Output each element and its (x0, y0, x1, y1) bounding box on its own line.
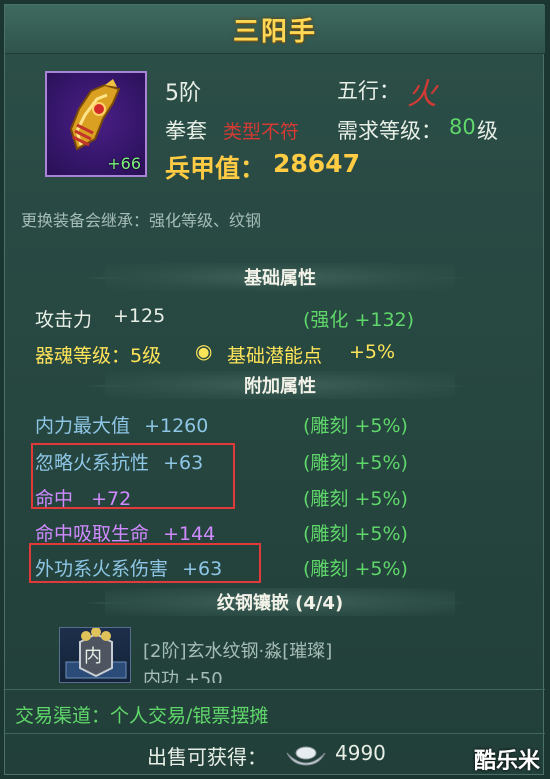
element-label: 五行： (337, 79, 400, 103)
divider (5, 733, 545, 734)
highlight-box (29, 543, 261, 583)
section-base-attributes: 基础属性 (105, 263, 455, 291)
gem-stat: 内功 +50 (143, 669, 223, 683)
extra-attr-bonus: (雕刻 +5%) (303, 558, 408, 580)
extra-attr-row: 命中吸取生命 +144 (35, 519, 215, 546)
gem-glyph: 内 (84, 646, 102, 667)
section-extra-title: 附加属性 (244, 376, 316, 397)
gem-slot[interactable]: 内 (59, 627, 131, 683)
extra-attr-bonus: (雕刻 +5%) (303, 523, 408, 545)
require-level-label: 需求等级： (337, 119, 442, 143)
section-socket-title: 纹钢镶嵌 (4/4) (216, 593, 344, 614)
attack-value: +125 (113, 305, 166, 327)
extra-attr-bonus: (雕刻 +5%) (303, 452, 408, 474)
extra-attr-value: +1260 (144, 415, 209, 437)
potential-value: +5% (349, 341, 396, 363)
extra-attr-row: 内力最大值 +1260 (35, 411, 208, 438)
extra-attr-bonus: (雕刻 +5%) (303, 488, 408, 510)
require-level-value: 80 (449, 115, 476, 139)
sell-value: 4990 (335, 741, 386, 765)
power-label: 兵甲值： (165, 154, 266, 183)
gem-name: [2阶]玄水纹钢·淼[璀璨] (143, 641, 333, 662)
extra-attr-label: 内力最大值 (35, 415, 131, 437)
extra-attr-value: +144 (163, 523, 216, 545)
section-base-title: 基础属性 (244, 268, 316, 289)
element-fire-icon: 火 (407, 77, 437, 112)
enhance-level: +66 (107, 154, 141, 173)
section-socket: 纹钢镶嵌 (4/4) (105, 588, 455, 616)
item-title: 三阳手 (232, 16, 317, 47)
attack-label: 攻击力 (35, 309, 93, 331)
gauntlet-icon (69, 79, 121, 151)
tooltip-header: 三阳手 (5, 5, 545, 54)
watermark-logo: 酷乐米 (473, 749, 540, 774)
inherit-note: 更换装备会继承：强化等级、纹钢 (21, 211, 262, 230)
section-extra-attributes: 附加属性 (105, 371, 455, 399)
item-tier: 5阶 (165, 81, 201, 106)
extra-attr-label: 命中吸取生命 (35, 523, 150, 545)
potential-label: 基础潜能点 (227, 345, 323, 367)
trade-channel: 交易渠道：个人交易/银票摆摊 (15, 705, 269, 727)
soul-level: 器魂等级：5级 (35, 345, 162, 367)
power-value: 28647 (273, 149, 360, 178)
item-tooltip-panel: 三阳手 +66 5阶 五行： 火 拳套 类型不符 需求等级： 80 级 兵甲值：… (4, 4, 545, 775)
highlight-box (31, 443, 235, 509)
require-level-suffix: 级 (477, 119, 498, 143)
item-icon-slot[interactable]: +66 (45, 71, 147, 177)
sell-label: 出售可获得： (147, 745, 267, 769)
divider (5, 689, 545, 690)
attack-bonus: (强化 +132) (303, 309, 415, 331)
bullet-icon: ◉ (195, 339, 213, 363)
silver-ingot-icon (286, 746, 326, 766)
type-mismatch-status: 类型不符 (223, 121, 300, 143)
extra-attr-bonus: (雕刻 +5%) (303, 415, 408, 437)
item-type: 拳套 (165, 119, 207, 143)
